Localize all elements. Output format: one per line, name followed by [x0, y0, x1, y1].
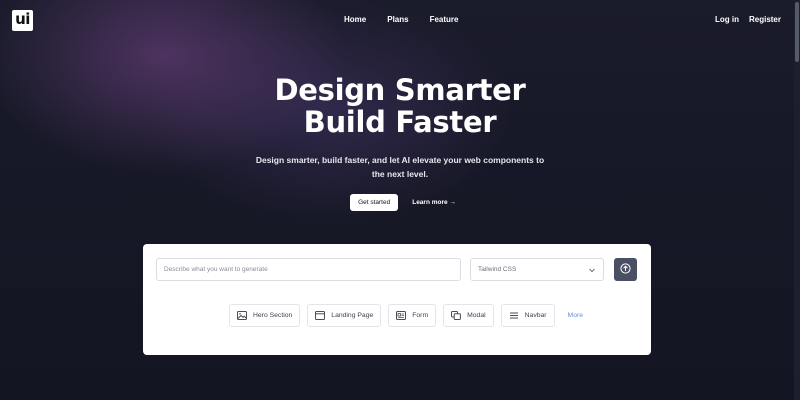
hero-subtitle: Design smarter, build faster, and let AI… — [255, 155, 545, 179]
auth-nav: Log in Register — [715, 15, 781, 24]
browser-window-icon — [315, 311, 326, 320]
main-nav: Home Plans Feature — [344, 15, 458, 24]
hero-title: Design Smarter Build Faster — [0, 74, 800, 138]
image-icon — [237, 311, 247, 320]
menu-icon — [509, 311, 519, 320]
brand-logo[interactable]: ui — [12, 10, 33, 31]
nav-link-feature[interactable]: Feature — [430, 15, 459, 24]
hero-title-line-1: Design Smarter — [274, 73, 526, 107]
framework-select-value: Tailwind CSS — [478, 266, 517, 273]
layers-icon — [451, 311, 462, 320]
prompt-input[interactable] — [156, 258, 461, 281]
chip-label: Form — [412, 312, 429, 319]
cta-row: Get started Learn more → — [0, 194, 800, 211]
more-link[interactable]: More — [568, 312, 584, 319]
register-link[interactable]: Register — [749, 15, 781, 24]
scrollbar-thumb[interactable] — [795, 2, 799, 62]
chip-landing-page[interactable]: Landing Page — [307, 304, 382, 327]
arrow-up-circle-icon — [620, 261, 631, 279]
generator-panel: Tailwind CSS Hero Section Landing Page — [143, 244, 651, 355]
form-icon — [396, 311, 407, 320]
nav-link-home[interactable]: Home — [344, 15, 366, 24]
chip-label: Modal — [467, 312, 486, 319]
get-started-button[interactable]: Get started — [350, 194, 399, 211]
submit-button[interactable] — [614, 258, 637, 281]
framework-select[interactable]: Tailwind CSS — [470, 258, 604, 281]
chip-label: Navbar — [524, 312, 547, 319]
hero-title-line-2: Build Faster — [303, 105, 497, 139]
chip-navbar[interactable]: Navbar — [500, 304, 555, 327]
chip-modal[interactable]: Modal — [443, 304, 494, 327]
learn-more-button[interactable]: Learn more → — [408, 194, 460, 211]
chevron-down-icon — [588, 261, 596, 279]
nav-link-plans[interactable]: Plans — [387, 15, 408, 24]
login-link[interactable]: Log in — [715, 15, 739, 24]
chip-label: Hero Section — [253, 312, 293, 319]
chip-label: Landing Page — [331, 312, 374, 319]
chip-hero-section[interactable]: Hero Section — [229, 304, 301, 327]
chip-form[interactable]: Form — [388, 304, 437, 327]
hero-section: Design Smarter Build Faster Design smart… — [0, 74, 800, 181]
template-chips: Hero Section Landing Page Form Modal Nav… — [229, 304, 583, 327]
